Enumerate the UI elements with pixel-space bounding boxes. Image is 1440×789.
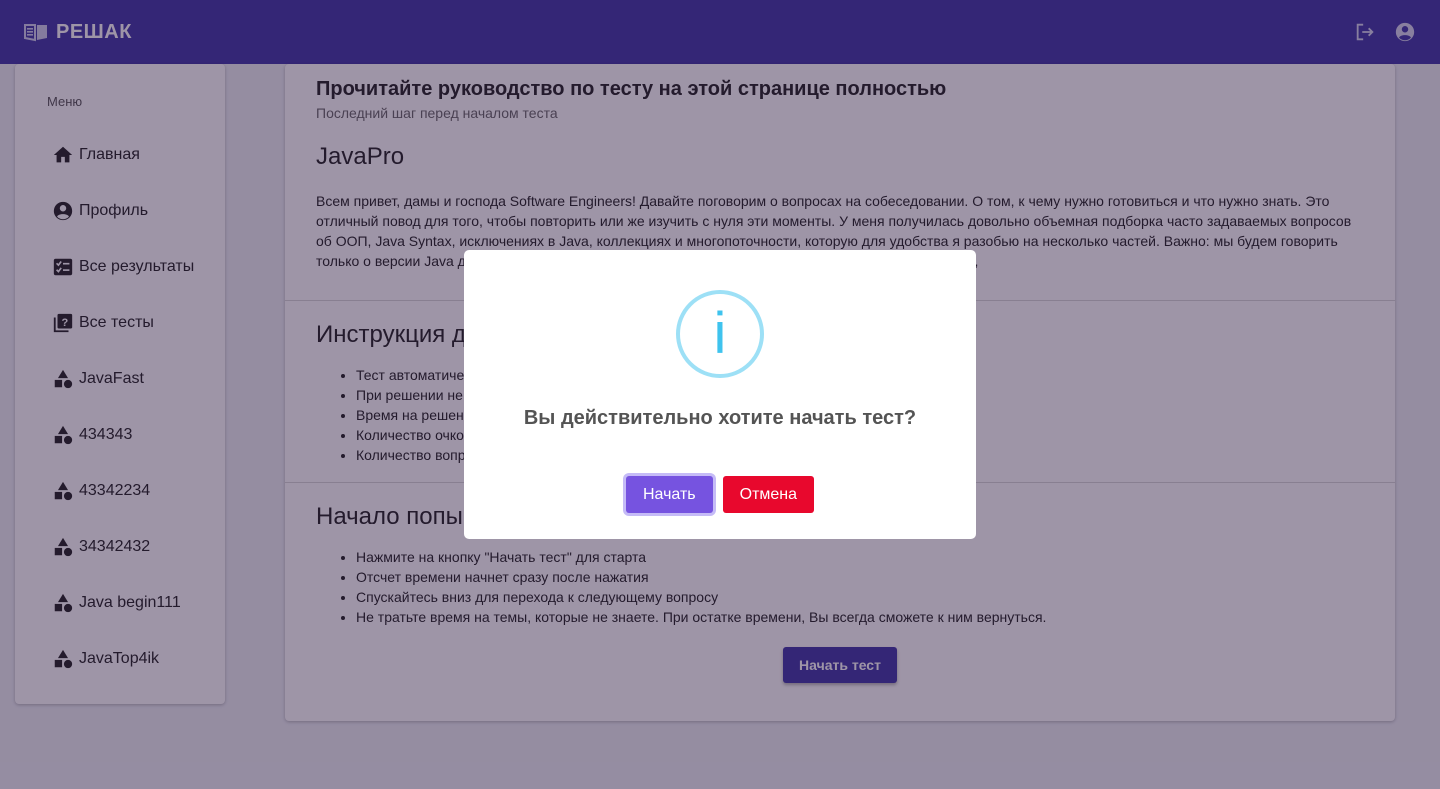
info-icon: i — [676, 290, 764, 378]
confirm-dialog: i Вы действительно хотите начать тест? Н… — [464, 250, 976, 539]
confirm-start-button[interactable]: Начать — [625, 476, 713, 513]
cancel-button[interactable]: Отмена — [722, 476, 815, 513]
dialog-question: Вы действительно хотите начать тест? — [523, 407, 917, 429]
